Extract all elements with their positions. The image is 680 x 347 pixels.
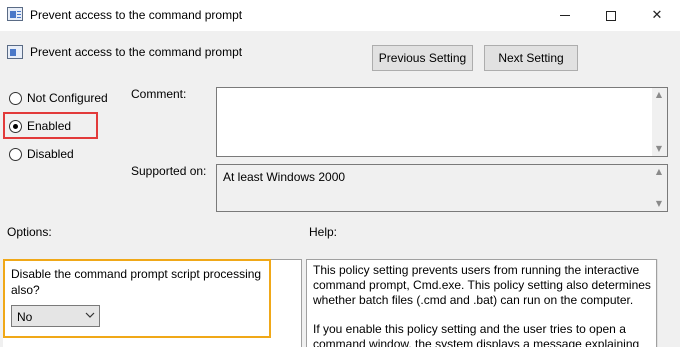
scroll-down-icon[interactable]: ▼ <box>654 144 664 154</box>
options-highlight-box <box>3 259 271 338</box>
supported-on-value: At least Windows 2000 <box>223 170 346 184</box>
radio-label: Disabled <box>27 147 74 161</box>
radio-disabled[interactable]: Disabled <box>9 147 74 161</box>
radio-circle[interactable] <box>9 91 22 105</box>
comment-scrollbar[interactable]: ▲ ▼ <box>652 88 667 156</box>
previous-setting-button[interactable]: Previous Setting <box>372 45 473 71</box>
supported-scrollbar[interactable]: ▲ ▼ <box>652 165 667 211</box>
radio-label: Not Configured <box>27 91 108 105</box>
scroll-up-icon[interactable]: ▲ <box>654 167 664 177</box>
options-label: Options: <box>7 225 52 239</box>
next-setting-button[interactable]: Next Setting <box>484 45 578 71</box>
title-bar: Prevent access to the command prompt ✕ <box>0 0 680 31</box>
maximize-button[interactable] <box>588 0 634 31</box>
policy-name: Prevent access to the command prompt <box>30 45 243 59</box>
help-pane: This policy setting prevents users from … <box>306 259 657 347</box>
help-paragraph: If you enable this policy setting and th… <box>313 322 640 347</box>
supported-on-field: At least Windows 2000 ▲ ▼ <box>216 164 668 212</box>
help-label: Help: <box>309 225 338 239</box>
supported-on-label: Supported on: <box>131 164 207 178</box>
scroll-up-icon[interactable]: ▲ <box>654 90 664 100</box>
comment-textarea[interactable]: ▲ ▼ <box>216 87 668 157</box>
policy-app-icon <box>7 7 23 21</box>
close-button[interactable]: ✕ <box>634 0 680 31</box>
policy-setting-icon <box>7 45 23 59</box>
help-scrollbar[interactable] <box>657 259 680 347</box>
scroll-down-icon[interactable]: ▼ <box>654 199 664 209</box>
help-paragraph: This policy setting prevents users from … <box>313 263 651 307</box>
maximize-icon <box>606 10 616 21</box>
minimize-button[interactable] <box>542 0 588 31</box>
close-icon: ✕ <box>651 8 663 23</box>
radio-not-configured[interactable]: Not Configured <box>9 91 108 105</box>
window-title: Prevent access to the command prompt <box>30 8 243 22</box>
minimize-icon <box>560 15 570 16</box>
radio-circle[interactable] <box>9 147 22 161</box>
comment-label: Comment: <box>131 87 187 101</box>
enabled-highlight-box <box>3 112 98 139</box>
